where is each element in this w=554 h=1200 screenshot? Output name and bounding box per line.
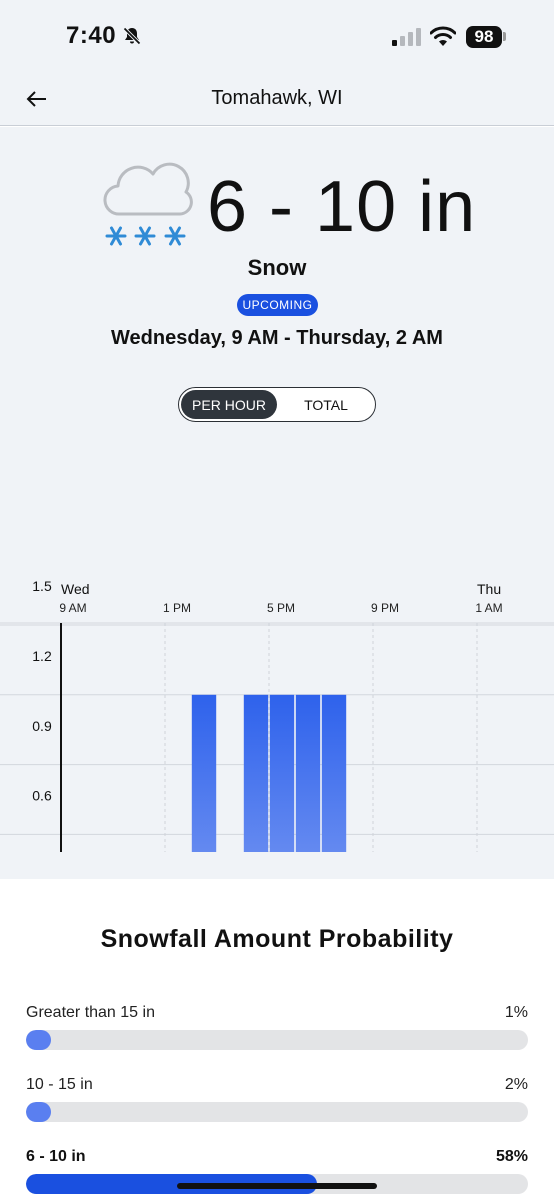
y-tick-label: 0.9 [32, 718, 52, 734]
condition-label: Snow [247, 255, 307, 280]
probability-row: Greater than 15 in 1% [26, 1004, 528, 1064]
x-tick-label: 5 PM [267, 601, 295, 615]
nav-bar: Tomahawk, WI [0, 70, 554, 126]
probability-track [26, 1030, 528, 1050]
x-tick-label: 1 PM [163, 601, 191, 615]
wifi-icon [430, 26, 456, 46]
snowfall-bar [243, 694, 269, 852]
x-tick-label: 1 AM [475, 601, 502, 615]
battery-indicator: 98 [466, 26, 502, 48]
battery-level: 98 [474, 27, 494, 46]
page-title: Tomahawk, WI [211, 87, 343, 109]
per-hour-toggle[interactable]: PER HOUR [181, 390, 277, 419]
snowfall-bar [269, 694, 295, 852]
x-tick-label: 9 AM [59, 601, 86, 615]
snowfall-bar [191, 694, 217, 852]
bell-muted-icon [123, 27, 141, 45]
probability-label: Greater than 15 in [26, 1004, 155, 1021]
total-toggle[interactable]: TOTAL [279, 390, 373, 419]
status-time: 7:40 [66, 22, 117, 49]
day-label: Wed [61, 581, 90, 597]
hourly-snowfall-chart: 1.51.20.90.60.3IN9 AM1 PM5 PM9 PM1 AMWed… [0, 578, 554, 852]
y-tick-label: 1.5 [32, 578, 52, 594]
probability-percent: 1% [504, 1004, 528, 1021]
cellular-signal-icon [392, 28, 421, 46]
date-range: Wednesday, 9 AM - Thursday, 2 AM [111, 327, 443, 349]
snow-summary: 6 - 10 in Snow UPCOMING Wednesday, 9 AM … [0, 127, 554, 879]
probability-row: 6 - 10 in 58% [26, 1148, 528, 1200]
probability-title: Snowfall Amount Probability [100, 925, 454, 953]
status-badge: UPCOMING [237, 294, 318, 316]
cloud-snow-icon [103, 162, 193, 246]
probability-label: 6 - 10 in [26, 1148, 86, 1165]
probability-label: 10 - 15 in [26, 1076, 93, 1093]
view-toggle: PER HOUR TOTAL [178, 387, 376, 422]
x-tick-label: 9 PM [371, 601, 399, 615]
y-tick-label: 1.2 [32, 648, 52, 664]
probability-fill [26, 1102, 52, 1122]
status-bar: 7:40 98 [0, 0, 554, 70]
probability-track [26, 1102, 528, 1122]
probability-percent: 2% [504, 1076, 528, 1093]
probability-row: 10 - 15 in 2% [26, 1076, 528, 1136]
probability-fill [26, 1030, 52, 1050]
y-tick-label: 0.6 [32, 788, 52, 804]
snowfall-bar [321, 694, 347, 852]
probability-percent: 58% [495, 1148, 528, 1165]
battery-tip [503, 32, 506, 41]
home-indicator[interactable] [177, 1183, 377, 1189]
day-label: Thu [477, 581, 501, 597]
snow-amount: 6 - 10 in [207, 167, 477, 247]
snowfall-bar [295, 694, 321, 852]
